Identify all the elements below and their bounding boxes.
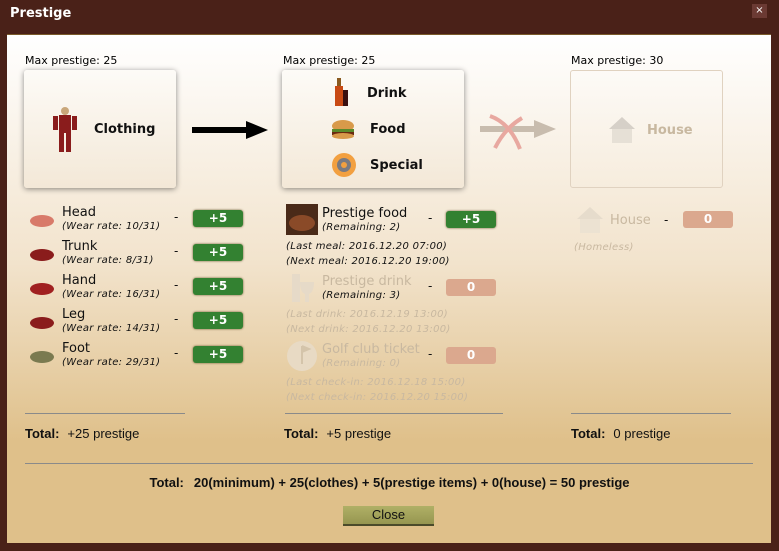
clothing-item-name: Leg	[62, 307, 86, 322]
clothing-item-button[interactable]: +5	[193, 312, 243, 329]
drink-label: Drink	[367, 86, 407, 101]
close-icon[interactable]: ×	[752, 4, 767, 18]
clothing-leg-icon	[27, 311, 57, 335]
prestige-food-icon	[286, 204, 318, 235]
dash: -	[664, 213, 669, 227]
items-max: Max prestige: 25	[283, 54, 376, 67]
house-icon	[609, 117, 635, 143]
prestige-drink-remaining: (Remaining: 3)	[322, 290, 401, 301]
arrow-icon	[192, 121, 268, 139]
clothing-item-name: Hand	[62, 273, 97, 288]
dash: -	[174, 210, 179, 224]
special-label: Special	[370, 158, 423, 173]
divider	[285, 413, 503, 414]
house-label: House	[647, 123, 693, 138]
dash: -	[428, 279, 433, 293]
food-icon	[332, 120, 354, 139]
clothing-item-button[interactable]: +5	[193, 244, 243, 261]
dash: -	[174, 244, 179, 258]
golf-ticket-name: Golf club ticket	[322, 342, 420, 357]
clothing-box: Clothing	[24, 70, 176, 188]
prestige-food-button[interactable]: +5	[446, 211, 496, 228]
clothing-item-wear-rate: (Wear rate: 29/31)	[62, 357, 161, 368]
divider	[25, 463, 753, 464]
divider	[571, 413, 731, 414]
next-checkin: (Next check-in: 2016.12.20 15:00)	[286, 392, 469, 403]
house-box: House	[570, 70, 723, 188]
dash: -	[174, 346, 179, 360]
clothing-item-wear-rate: (Wear rate: 8/31)	[62, 255, 154, 266]
window-title: Prestige	[10, 6, 72, 21]
blocked-arrow-icon	[480, 114, 556, 150]
dash: -	[428, 211, 433, 225]
clothing-item-wear-rate: (Wear rate: 10/31)	[62, 221, 161, 232]
clothing-item-wear-rate: (Wear rate: 14/31)	[62, 323, 161, 334]
prestige-drink-button[interactable]: 0	[446, 279, 496, 296]
grand-total: Total: 20(minimum) + 25(clothes) + 5(pres…	[149, 475, 630, 490]
prestige-drink-name: Prestige drink	[322, 274, 412, 289]
dash: -	[174, 278, 179, 292]
clothing-head-icon	[27, 209, 57, 233]
food-label: Food	[370, 122, 406, 137]
clothing-item-name: Head	[62, 205, 96, 220]
clothing-trunk-icon	[27, 243, 57, 267]
golf-ticket-button[interactable]: 0	[446, 347, 496, 364]
clothing-foot-icon	[27, 345, 57, 369]
next-drink: (Next drink: 2016.12.20 13:00)	[286, 324, 451, 335]
clothing-item-name: Trunk	[62, 239, 98, 254]
clothing-label: Clothing	[94, 122, 156, 137]
items-box: Drink Food Special	[282, 70, 464, 188]
dash: -	[428, 347, 433, 361]
house-status: (Homeless)	[574, 242, 634, 253]
special-gear-icon	[332, 153, 356, 177]
house-button[interactable]: 0	[683, 211, 733, 228]
clothing-item-button[interactable]: +5	[193, 278, 243, 295]
title-bar	[0, 0, 779, 33]
clothing-figure-icon	[53, 107, 77, 152]
prestige-drink-icon	[292, 274, 314, 302]
clothing-item-button[interactable]: +5	[193, 210, 243, 227]
clothing-item-button[interactable]: +5	[193, 346, 243, 363]
clothing-max: Max prestige: 25	[25, 54, 118, 67]
close-button[interactable]: Close	[343, 506, 434, 526]
last-meal: (Last meal: 2016.12.20 07:00)	[286, 241, 448, 252]
prestige-food-name: Prestige food	[322, 206, 408, 221]
house-max: Max prestige: 30	[571, 54, 664, 67]
drink-icon	[335, 78, 348, 106]
golf-ticket-remaining: (Remaining: 0)	[322, 358, 401, 369]
last-drink: (Last drink: 2016.12.19 13:00)	[286, 309, 448, 320]
next-meal: (Next meal: 2016.12.20 19:00)	[286, 256, 450, 267]
house-name: House	[610, 213, 651, 228]
clothing-total: Total: +25 prestige	[25, 426, 140, 441]
divider	[25, 413, 185, 414]
clothing-item-wear-rate: (Wear rate: 16/31)	[62, 289, 161, 300]
clothing-hand-icon	[27, 277, 57, 301]
dash: -	[174, 312, 179, 326]
golf-ticket-icon	[287, 341, 317, 371]
last-checkin: (Last check-in: 2016.12.18 15:00)	[286, 377, 466, 388]
items-total: Total: +5 prestige	[284, 426, 392, 441]
house-small-icon	[577, 207, 603, 233]
house-total: Total: 0 prestige	[571, 426, 671, 441]
prestige-food-remaining: (Remaining: 2)	[322, 222, 401, 233]
clothing-item-name: Foot	[62, 341, 91, 356]
